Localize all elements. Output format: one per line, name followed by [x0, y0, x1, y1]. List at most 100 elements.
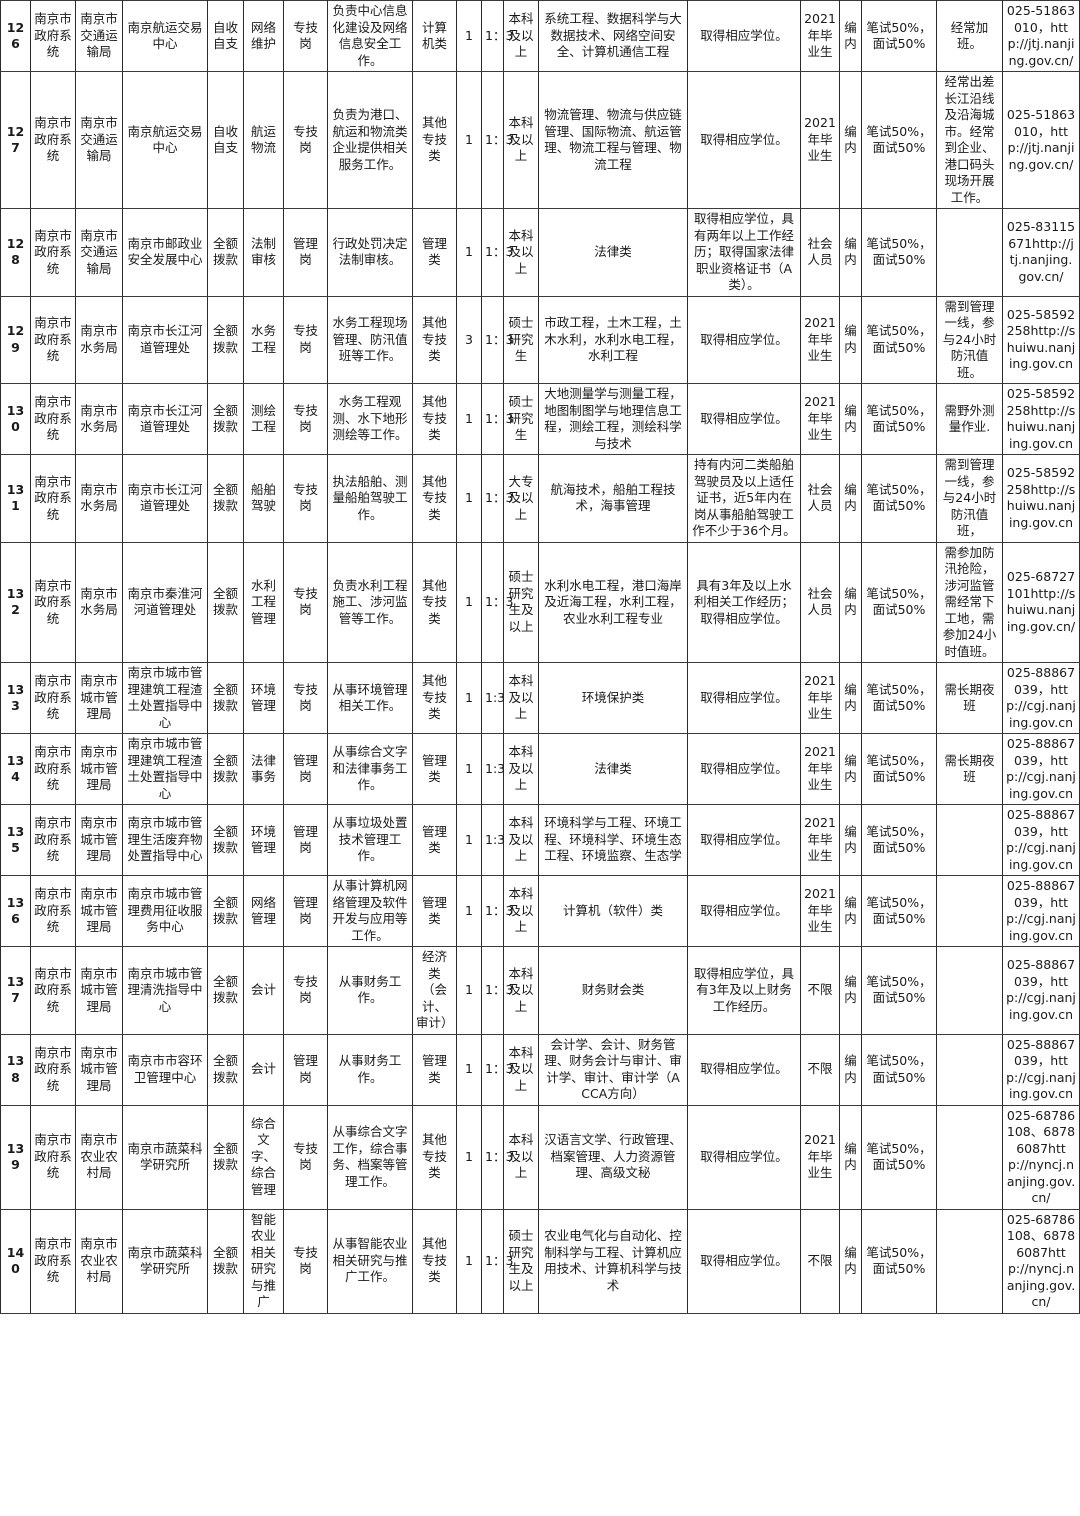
cell-ratio: 1：3 [481, 208, 513, 297]
cell-funding: 全额拨款 [207, 1208, 244, 1314]
cell-contact: 025-88867039，http://cgj.nanjing.gov.cn [1002, 946, 1080, 1035]
cell-grad: 2021年毕业生 [800, 662, 840, 734]
cell-bureau: 南京市水务局 [75, 454, 123, 543]
cell-ratio: 1：3 [481, 71, 513, 209]
cell-duties: 从事计算机网络管理及软件开发与应用等工作。 [327, 875, 413, 947]
cell-count: 1 [456, 71, 482, 209]
cell-unit: 南京市长江河道管理处 [122, 383, 208, 455]
cell-exam: 笔试50%，面试50% [861, 454, 937, 543]
cell-count: 1 [456, 1033, 482, 1106]
cell-post_type: 专技岗 [283, 295, 328, 384]
cell-notes [936, 946, 1003, 1035]
cell-estab: 编内 [839, 1208, 862, 1314]
cell-funding: 全额拨款 [207, 1033, 244, 1106]
cell-contact: 025-58592258http://shuiwu.nanjing.gov.cn [1002, 454, 1080, 543]
cell-other_req: 具有3年及以上水利相关工作经历；取得相应学位。 [687, 541, 801, 663]
cell-contact: 025-68786108、68786087http://nyncj.nanjin… [1002, 1208, 1080, 1314]
cell-count: 1 [456, 804, 482, 876]
cell-count: 1 [456, 875, 482, 947]
cell-unit: 南京航运交易中心 [122, 71, 208, 209]
cell-exam: 笔试50%，面试50% [861, 1104, 937, 1210]
cell-majors: 农业电气化与自动化、控制科学与工程、计算机应用技术、计算机科学与技术 [538, 1208, 688, 1314]
cell-education: 硕士研究生及以上 [503, 541, 539, 663]
cell-notes [936, 804, 1003, 876]
cell-grad: 不限 [800, 946, 840, 1035]
cell-major_cat: 其他专技类 [412, 1208, 457, 1314]
cell-other_req: 取得相应学位。 [687, 662, 801, 734]
cell-major_cat: 管理类 [412, 804, 457, 876]
cell-ratio: 1：3 [481, 946, 513, 1035]
cell-contact: 025-51863010，http://jtj.nanjing.gov.cn/ [1002, 71, 1080, 209]
cell-post_type: 专技岗 [283, 1208, 328, 1314]
cell-no: 140 [0, 1208, 31, 1314]
table-row: 136 南京市政府系统 南京市城市管理局 南京市城市管理费用征收服务中心 全额拨款 网络管… [0, 875, 1080, 947]
cell-post_type: 专技岗 [283, 946, 328, 1035]
cell-exam: 笔试50%，面试50% [861, 1208, 937, 1314]
cell-system: 南京市政府系统 [30, 662, 76, 734]
cell-post_type: 管理岗 [283, 208, 328, 297]
cell-estab: 编内 [839, 733, 862, 805]
cell-ratio: 1:3 [481, 804, 505, 876]
cell-education: 本科及以上 [503, 1104, 539, 1210]
cell-grad: 社会人员 [800, 208, 840, 297]
cell-contact: 025-88867039，http://cgj.nanjing.gov.cn [1002, 804, 1080, 876]
table-row: 128 南京市政府系统 南京市交通运输局 南京市邮政业安全发展中心 全额拨款 法制审核 管理… [0, 208, 1080, 297]
cell-funding: 自收自支 [207, 71, 244, 209]
cell-estab: 编内 [839, 0, 862, 72]
cell-unit: 南京市城市管理生活废弃物处置指导中心 [122, 804, 208, 876]
cell-count: 3 [456, 295, 482, 384]
cell-post: 会计 [243, 946, 284, 1035]
cell-post_type: 专技岗 [283, 1104, 328, 1210]
cell-post: 航运物流 [243, 71, 284, 209]
cell-major_cat: 管理类 [412, 733, 457, 805]
cell-estab: 编内 [839, 875, 862, 947]
cell-duties: 从事综合文字工作，综合事务、档案等管理工作。 [327, 1104, 413, 1210]
cell-post: 智能农业相关研究与推广 [243, 1208, 284, 1314]
cell-majors: 大地测量学与测量工程，地图制图学与地理信息工程，测绘工程，测绘科学与技术 [538, 383, 688, 455]
table-row: 139 南京市政府系统 南京市农业农村局 南京市蔬菜科学研究所 全额拨款 综合文字、综合管… [0, 1104, 1080, 1210]
cell-bureau: 南京市水务局 [75, 541, 123, 663]
cell-grad: 2021年毕业生 [800, 295, 840, 384]
cell-major_cat: 管理类 [412, 208, 457, 297]
cell-system: 南京市政府系统 [30, 541, 76, 663]
cell-funding: 全额拨款 [207, 1104, 244, 1210]
cell-exam: 笔试50%，面试50% [861, 1033, 937, 1106]
cell-major_cat: 管理类 [412, 875, 457, 947]
cell-duties: 负责中心信息化建设及网络信息安全工作。 [327, 0, 413, 72]
cell-no: 138 [0, 1033, 31, 1106]
cell-system: 南京市政府系统 [30, 946, 76, 1035]
cell-other_req: 取得相应学位，具有两年以上工作经历；取得国家法律职业资格证书（A类）。 [687, 208, 801, 297]
cell-major_cat: 其他专技类 [412, 1104, 457, 1210]
cell-grad: 2021年毕业生 [800, 875, 840, 947]
cell-ratio: 1：3 [481, 1104, 513, 1210]
cell-education: 本科及以上 [503, 875, 539, 947]
cell-post_type: 专技岗 [283, 541, 328, 663]
cell-duties: 水务工程观测、水下地形测绘等工作。 [327, 383, 413, 455]
cell-education: 本科及以上 [503, 0, 539, 72]
cell-funding: 自收自支 [207, 0, 244, 72]
cell-education: 本科及以上 [503, 1033, 539, 1106]
cell-education: 硕士研究生 [503, 383, 539, 455]
table-row: 135 南京市政府系统 南京市城市管理局 南京市城市管理生活废弃物处置指导中心 全额拨款… [0, 804, 1080, 876]
cell-grad: 社会人员 [800, 541, 840, 663]
cell-bureau: 南京市交通运输局 [75, 71, 123, 209]
cell-exam: 笔试50%，面试50% [861, 383, 937, 455]
cell-other_req: 持有内河二类船舶驾驶员及以上适任证书，近5年内在岗从事船舶驾驶工作不少于36个月… [687, 454, 801, 543]
cell-education: 本科及以上 [503, 946, 539, 1035]
cell-post: 会计 [243, 1033, 284, 1106]
cell-count: 1 [456, 1208, 482, 1314]
cell-education: 本科及以上 [503, 662, 539, 734]
cell-contact: 025-88867039，http://cgj.nanjing.gov.cn [1002, 662, 1080, 734]
cell-duties: 负责为港口、航运和物流类企业提供相关服务工作。 [327, 71, 413, 209]
cell-other_req: 取得相应学位。 [687, 804, 801, 876]
cell-other_req: 取得相应学位。 [687, 1033, 801, 1106]
cell-unit: 南京航运交易中心 [122, 0, 208, 72]
cell-ratio: 1：3 [481, 295, 513, 384]
cell-post: 法制审核 [243, 208, 284, 297]
cell-bureau: 南京市城市管理局 [75, 662, 123, 734]
cell-post: 网络维护 [243, 0, 284, 72]
cell-unit: 南京市长江河道管理处 [122, 454, 208, 543]
cell-exam: 笔试50%，面试50% [861, 71, 937, 209]
cell-major_cat: 管理类 [412, 1033, 457, 1106]
cell-estab: 编内 [839, 1033, 862, 1106]
